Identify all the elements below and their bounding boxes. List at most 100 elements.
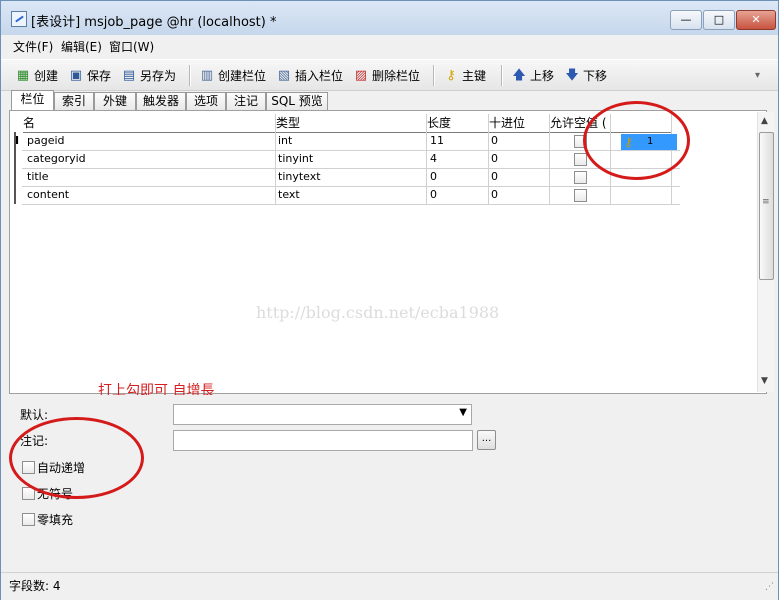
field-decimals-cell[interactable]: 0 — [491, 150, 498, 168]
column-header-name[interactable]: 名 — [23, 114, 285, 133]
create-label: 创建 — [34, 69, 59, 83]
minimize-button[interactable]: — — [670, 10, 702, 30]
column-header-type[interactable]: 类型 — [276, 114, 426, 133]
move-up-button[interactable]: 🡅 上移 — [511, 67, 554, 84]
arrow-down-icon: 🡇 — [565, 67, 579, 83]
field-decimals-cell[interactable]: 0 — [491, 186, 498, 204]
row-selector[interactable] — [14, 186, 24, 204]
tab-indexes[interactable]: 索引 — [54, 92, 94, 110]
toolbar: ▦ 创建 ▣ 保存 ▤ 另存为 ▥ 创建栏位 ▧ 插入栏位 ▨ 删除栏位 ⚷ 主… — [1, 59, 778, 91]
field-count: 字段数: 4 — [9, 579, 61, 593]
scroll-down-icon[interactable]: ▼ — [761, 376, 768, 386]
arrow-up-icon: 🡅 — [512, 67, 526, 83]
column-divider — [549, 114, 550, 204]
column-header-decimals[interactable]: 十进位 — [489, 114, 549, 133]
field-type-cell[interactable]: int — [278, 132, 292, 150]
annotation-circle-key — [583, 101, 690, 180]
insert-field-icon: ▧ — [277, 67, 291, 83]
toolbar-separator — [189, 65, 191, 86]
allow-null-checkbox[interactable] — [574, 171, 587, 184]
save-as-icon: ▤ — [122, 67, 136, 83]
row-divider — [22, 168, 680, 169]
zerofill-checkbox[interactable] — [22, 513, 35, 526]
save-label: 保存 — [87, 69, 112, 83]
toolbar-separator — [433, 65, 435, 86]
chevron-down-icon[interactable]: ▼ — [459, 407, 467, 418]
resize-grip-icon[interactable]: ⋰ — [765, 582, 774, 592]
insert-field-button[interactable]: ▧ 插入栏位 — [276, 67, 343, 84]
title-bar: [表设计] msjob_page @hr (localhost) * — □ ✕ — [1, 1, 778, 35]
save-button[interactable]: ▣ 保存 — [68, 67, 111, 84]
delete-field-button[interactable]: ▨ 删除栏位 — [353, 67, 420, 84]
menu-window[interactable]: 窗口(W) — [109, 38, 154, 55]
delete-field-label: 删除栏位 — [372, 69, 421, 83]
field-length-cell[interactable]: 4 — [430, 150, 437, 168]
key-icon: ⚷ — [446, 67, 456, 83]
table-design-icon — [11, 11, 27, 27]
comment-input[interactable] — [173, 430, 473, 451]
tab-comment[interactable]: 注记 — [226, 92, 266, 110]
menu-file[interactable]: 文件(F) — [13, 38, 53, 55]
row-selector[interactable] — [14, 168, 24, 186]
maximize-button[interactable]: □ — [703, 10, 735, 30]
new-table-icon: ▦ — [16, 67, 30, 83]
field-type-cell[interactable]: tinyint — [278, 150, 313, 168]
grid-vertical-scrollbar[interactable]: ▲ ▼ — [757, 112, 774, 392]
column-divider — [426, 114, 427, 204]
current-row-indicator: I — [15, 134, 20, 147]
move-down-label: 下移 — [583, 69, 608, 83]
save-as-button[interactable]: ▤ 另存为 — [121, 67, 176, 84]
comment-ellipsis-button[interactable]: ... — [477, 430, 496, 450]
save-as-label: 另存为 — [140, 69, 177, 83]
create-field-label: 创建栏位 — [218, 69, 267, 83]
create-field-icon: ▥ — [200, 67, 214, 83]
field-length-cell[interactable]: 0 — [430, 186, 437, 204]
zerofill-label: 零填充 — [37, 513, 74, 527]
row-divider — [22, 150, 680, 151]
allow-null-checkbox[interactable] — [574, 153, 587, 166]
create-button[interactable]: ▦ 创建 — [15, 67, 58, 84]
delete-field-icon: ▨ — [354, 67, 368, 83]
tab-options[interactable]: 选项 — [186, 92, 226, 110]
window-title: [表设计] msjob_page @hr (localhost) * — [31, 15, 277, 30]
tab-sql-preview[interactable]: SQL 预览 — [266, 92, 328, 110]
field-name-cell[interactable]: categoryid — [27, 150, 86, 168]
create-field-button[interactable]: ▥ 创建栏位 — [199, 67, 266, 84]
move-up-label: 上移 — [530, 69, 555, 83]
primary-key-button[interactable]: ⚷ 主键 — [443, 67, 486, 84]
toolbar-overflow-icon[interactable]: ▾ — [755, 70, 760, 81]
close-button[interactable]: ✕ — [736, 10, 776, 30]
toolbar-separator — [501, 65, 503, 86]
move-down-button[interactable]: 🡇 下移 — [564, 67, 607, 84]
annotation-circle-autoincrement — [9, 417, 144, 499]
status-bar: 字段数: 4 ⋰ — [1, 572, 778, 600]
scroll-up-icon[interactable]: ▲ — [761, 116, 768, 126]
field-name-cell[interactable]: pageid — [27, 132, 65, 150]
menu-edit[interactable]: 编辑(E) — [61, 38, 102, 55]
column-divider — [275, 114, 276, 204]
table-designer-window: [表设计] msjob_page @hr (localhost) * — □ ✕… — [0, 0, 779, 600]
default-label: 默认: — [20, 408, 49, 422]
default-value-combo[interactable]: ▼ — [173, 404, 472, 425]
menu-bar: 文件(F) 编辑(E) 窗口(W) — [1, 35, 778, 57]
row-divider — [22, 204, 680, 205]
watermark: http://blog.csdn.net/ecba1988 — [256, 303, 500, 322]
field-length-cell[interactable]: 11 — [430, 132, 444, 150]
field-decimals-cell[interactable]: 0 — [491, 132, 498, 150]
column-header-length[interactable]: 长度 — [427, 114, 488, 133]
field-name-cell[interactable]: title — [27, 168, 49, 186]
allow-null-checkbox[interactable] — [574, 189, 587, 202]
field-length-cell[interactable]: 0 — [430, 168, 437, 186]
tab-foreign-keys[interactable]: 外键 — [94, 92, 136, 110]
field-type-cell[interactable]: tinytext — [278, 168, 321, 186]
scroll-thumb[interactable] — [759, 132, 774, 280]
field-type-cell[interactable]: text — [278, 186, 300, 204]
row-divider — [22, 186, 680, 187]
column-divider — [488, 114, 489, 204]
row-selector[interactable] — [14, 150, 24, 168]
tab-triggers[interactable]: 触发器 — [136, 92, 186, 110]
field-name-cell[interactable]: content — [27, 186, 69, 204]
field-decimals-cell[interactable]: 0 — [491, 168, 498, 186]
primary-key-label: 主键 — [462, 69, 487, 83]
tab-fields[interactable]: 栏位 — [11, 90, 54, 111]
